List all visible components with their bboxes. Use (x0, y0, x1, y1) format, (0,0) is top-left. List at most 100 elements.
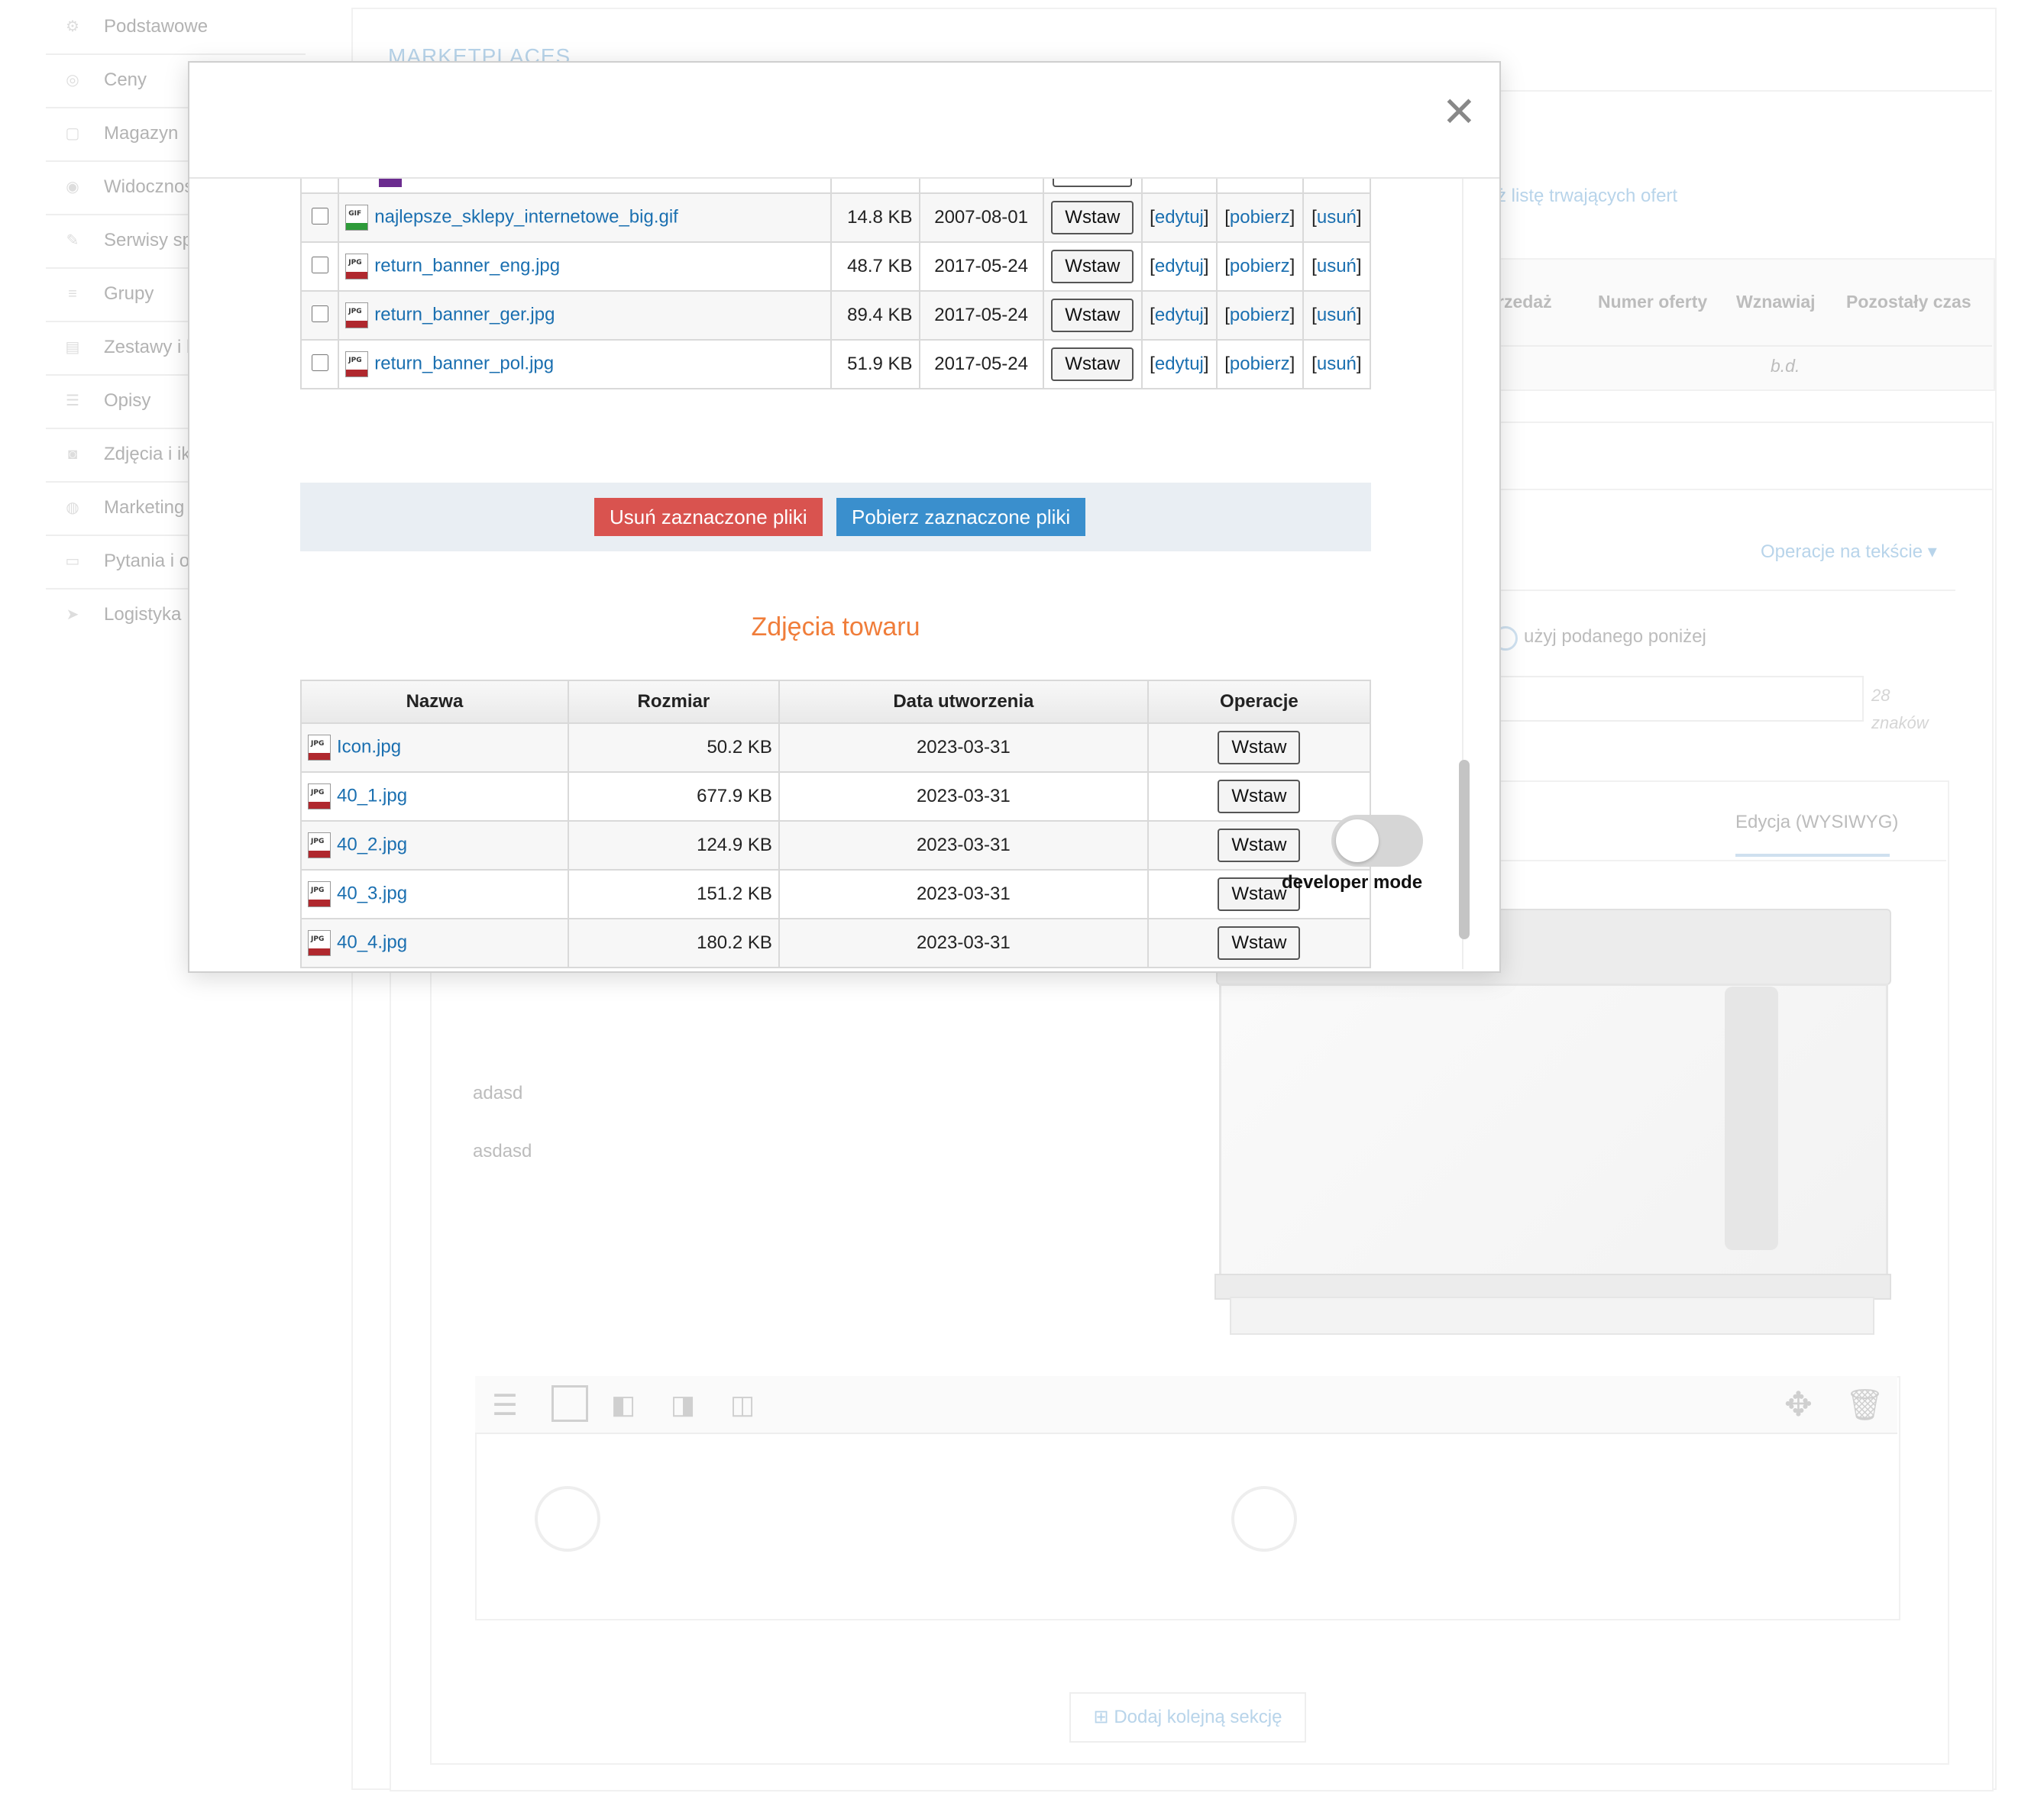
table-row: JPG return_banner_eng.jpg 48.7 KB 2017-05… (299, 241, 1372, 292)
insert-button[interactable]: Wstaw (1051, 299, 1134, 332)
plus-square-icon: ⊞ (1093, 1707, 1109, 1727)
file-size: 14.8 KB (830, 192, 920, 243)
edit-link[interactable]: edytuj (1155, 305, 1204, 325)
tab-wysiwyg[interactable]: Edycja (WYSIWYG) (1735, 812, 1898, 833)
offers-header-time: Pozostały czas (1846, 292, 1971, 312)
insert-button[interactable]: Wstaw (1051, 347, 1134, 381)
jpg-file-icon: JPG (308, 783, 331, 809)
text-operations-dropdown[interactable]: Operacje na tekście ▾ (1761, 541, 1937, 563)
file-date: 2017-05-24 (918, 290, 1044, 341)
jpg-file-icon: JPG (308, 832, 331, 858)
developer-mode-label: developer mode (1282, 872, 1423, 893)
col-date: Data utworzenia (778, 680, 1149, 724)
aquarium-filter (1725, 987, 1778, 1250)
no-image-icon (1231, 1486, 1297, 1552)
developer-mode-toggle[interactable] (1331, 815, 1423, 867)
download-selected-button[interactable]: Pobierz zaznaczone pliki (836, 498, 1086, 536)
jpg-file-icon: JPG (308, 930, 331, 956)
insert-button[interactable]: Wstaw (1218, 731, 1301, 764)
table-row: JPG 40_3.jpg 151.2 KB 2023-03-31 Wstaw (300, 869, 1372, 919)
add-section-button[interactable]: ⊞ Dodaj kolejną sekcję (1069, 1692, 1306, 1743)
photo-name-link[interactable]: Icon.jpg (337, 736, 401, 757)
insert-button[interactable]: Wstaw (1051, 250, 1134, 283)
close-icon[interactable]: ✕ (1442, 92, 1476, 133)
file-size: 51.9 KB (830, 339, 920, 389)
tab-active-underline (1735, 854, 1890, 857)
move-icon[interactable]: ✥ (1784, 1385, 1813, 1424)
file-manager-modal: ✕ GIF najlepsze_sklepy_internetowe_big.gi… (188, 61, 1501, 973)
photo-date: 2023-03-31 (778, 722, 1149, 773)
photo-name-link[interactable]: 40_4.jpg (337, 932, 407, 952)
delete-selected-button[interactable]: Usuń zaznaczone pliki (594, 498, 823, 536)
trash-icon[interactable]: 🗑 (1845, 1387, 1884, 1423)
photo-size: 151.2 KB (567, 869, 780, 919)
table-row: JPG 40_2.jpg 124.9 KB 2023-03-31 Wstaw (300, 820, 1372, 871)
char-count: 28 (1871, 686, 1890, 705)
file-size: 48.7 KB (830, 241, 920, 292)
file-checkbox[interactable] (312, 354, 329, 371)
file-name-link[interactable]: return_banner_pol.jpg (374, 353, 554, 373)
download-link[interactable]: pobierz (1230, 354, 1290, 374)
insert-button[interactable]: Wstaw (1051, 201, 1134, 234)
photo-name-link[interactable]: 40_3.jpg (337, 883, 407, 903)
lines-icon: ☰ (66, 393, 79, 409)
col-ops: Operacje (1147, 680, 1372, 724)
download-link[interactable]: pobierz (1230, 256, 1290, 276)
file-name-link[interactable]: najlepsze_sklepy_internetowe_big.gif (374, 206, 678, 227)
table-row: JPG return_banner_ger.jpg 89.4 KB 2017-05… (299, 290, 1372, 341)
photo-name-link[interactable]: 40_1.jpg (337, 785, 407, 806)
photos-table: Nazwa Rozmiar Data utworzenia Operacje J… (300, 680, 1372, 968)
edit-link[interactable]: edytuj (1155, 354, 1204, 374)
col-name: Nazwa (300, 680, 569, 724)
box-icon: ▢ (65, 125, 80, 142)
insert-button[interactable]: Wstaw (1218, 926, 1301, 960)
file-checkbox[interactable] (312, 305, 329, 322)
chat-icon: ▭ (65, 553, 80, 570)
delete-link[interactable]: usuń (1317, 354, 1357, 374)
aquarium-glass (1219, 984, 1888, 1286)
aquarium-base (1214, 1274, 1891, 1300)
modal-scrollbar[interactable] (1459, 760, 1470, 939)
files-table: GIF najlepsze_sklepy_internetowe_big.gif … (299, 179, 1372, 389)
file-checkbox[interactable] (312, 208, 329, 225)
jpg-file-icon: JPG (345, 351, 369, 377)
image-right-layout-icon[interactable]: ◨ (671, 1390, 695, 1420)
camera-icon: ◙ (67, 446, 78, 463)
stack-icon: ≡ (68, 286, 77, 302)
download-link[interactable]: pobierz (1230, 305, 1290, 325)
edit-link[interactable]: edytuj (1155, 256, 1204, 276)
image-layout-icon[interactable] (551, 1385, 588, 1422)
insert-button[interactable]: Wstaw (1218, 780, 1301, 813)
edit-link[interactable]: edytuj (1155, 207, 1204, 228)
file-size: 89.4 KB (830, 290, 920, 341)
editor-text-line2: asdasd (473, 1141, 532, 1161)
gear-icon: ⚙ (66, 18, 79, 35)
insert-button[interactable]: Wstaw (1218, 829, 1301, 862)
offers-table (1497, 258, 1995, 391)
delete-link[interactable]: usuń (1317, 305, 1357, 325)
file-name-link[interactable]: return_banner_ger.jpg (374, 304, 555, 325)
text-layout-icon[interactable]: ☰ (492, 1388, 518, 1423)
jpg-file-icon: JPG (308, 881, 331, 907)
aquarium-stand (1230, 1297, 1874, 1335)
gif-file-icon: GIF (345, 205, 369, 231)
divider (1497, 345, 1992, 347)
file-checkbox[interactable] (312, 257, 329, 273)
col-size: Rozmiar (567, 680, 780, 724)
radio-custom-label: użyj podanego poniżej (1524, 626, 1706, 647)
image-left-layout-icon[interactable]: ◧ (611, 1390, 636, 1420)
file-date: 2007-08-01 (918, 192, 1044, 243)
table-row: JPG return_banner_pol.jpg 51.9 KB 2017-05… (299, 339, 1372, 389)
table-row: GIF najlepsze_sklepy_internetowe_big.gif … (299, 192, 1372, 243)
photo-name-link[interactable]: 40_2.jpg (337, 834, 407, 855)
offers-list-link[interactable]: ż listę trwających ofert (1497, 186, 1677, 207)
photo-size: 180.2 KB (567, 918, 780, 968)
file-name-link[interactable]: return_banner_eng.jpg (374, 255, 560, 276)
delete-link[interactable]: usuń (1317, 207, 1357, 228)
download-link[interactable]: pobierz (1230, 207, 1290, 228)
two-images-layout-icon[interactable]: ◫ (730, 1390, 755, 1420)
title-input[interactable] (1497, 676, 1864, 722)
file-date: 2017-05-24 (918, 241, 1044, 292)
sidebar-item-podstawowe[interactable]: ⚙ Podstawowe (46, 0, 306, 55)
delete-link[interactable]: usuń (1317, 256, 1357, 276)
